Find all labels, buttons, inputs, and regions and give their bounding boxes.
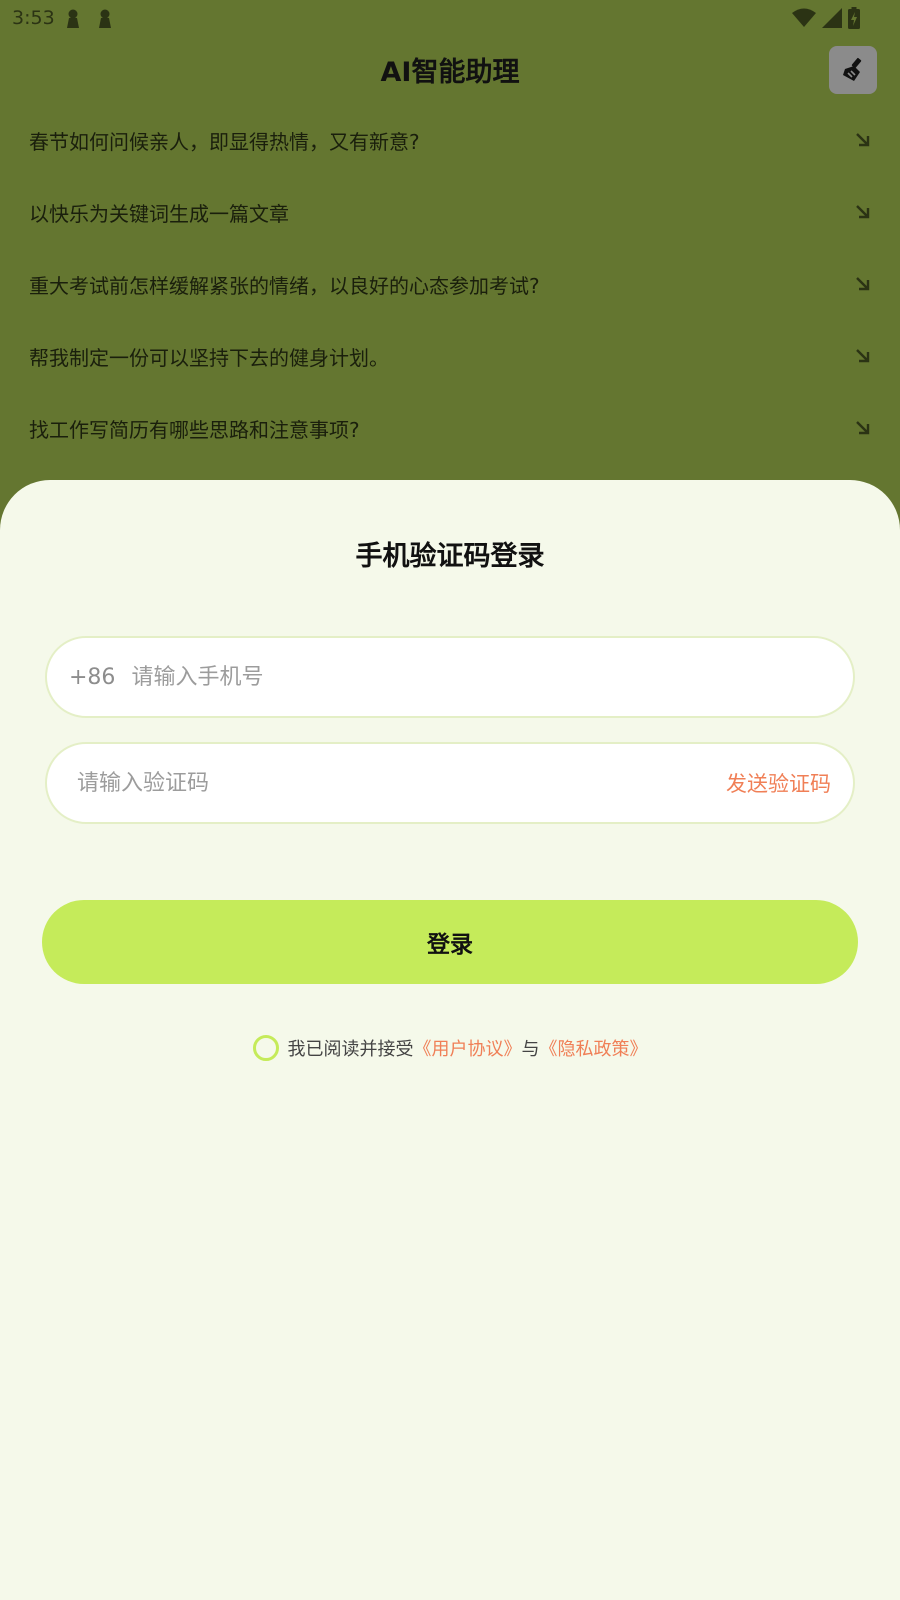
code-field: 发送验证码	[45, 742, 855, 824]
suggestion-item[interactable]: 以快乐为关键词生成一篇文章	[0, 176, 900, 248]
privacy-policy-link[interactable]: 《隐私政策》	[540, 1035, 648, 1061]
country-code[interactable]: +86	[69, 665, 115, 690]
broom-icon	[843, 57, 862, 81]
arrow-down-right-icon	[856, 421, 870, 435]
suggestion-text: 帮我制定一份可以坚持下去的健身计划。	[29, 345, 389, 370]
arrow-down-right-icon	[856, 133, 870, 147]
signal-icon	[822, 8, 842, 28]
phone-input[interactable]	[131, 664, 853, 690]
page-title: AI智能助理	[380, 57, 520, 88]
user-agreement-link[interactable]: 《用户协议》	[414, 1035, 522, 1061]
clear-chat-button[interactable]	[829, 46, 877, 94]
login-button[interactable]: 登录	[42, 900, 858, 984]
login-title: 手机验证码登录	[355, 541, 545, 572]
notification-icon	[67, 9, 79, 28]
suggestion-item[interactable]: 帮我制定一份可以坚持下去的健身计划。	[0, 320, 900, 392]
battery-icon	[848, 7, 860, 29]
notification-icon	[99, 9, 111, 28]
arrow-down-right-icon	[856, 349, 870, 363]
suggestion-list: 春节如何问候亲人，即显得热情，又有新意? 以快乐为关键词生成一篇文章 重大考试前…	[0, 104, 900, 464]
suggestion-text: 找工作写简历有哪些思路和注意事项?	[29, 417, 360, 442]
arrow-down-right-icon	[856, 205, 870, 219]
agreement-and-text: 与	[521, 1039, 540, 1060]
suggestion-item[interactable]: 找工作写简历有哪些思路和注意事项?	[0, 392, 900, 464]
suggestion-text: 春节如何问候亲人，即显得热情，又有新意?	[29, 129, 420, 154]
agreement-text: 我已阅读并接受	[287, 1039, 414, 1060]
suggestion-text: 重大考试前怎样缓解紧张的情绪，以良好的心态参加考试?	[29, 273, 540, 298]
send-code-button[interactable]: 发送验证码	[726, 768, 831, 798]
phone-field: +86	[45, 636, 855, 718]
login-sheet: 手机验证码登录 +86 发送验证码 登录 我已阅读并接受 《用户协议》 与 《隐…	[0, 480, 900, 1600]
wifi-icon	[792, 8, 816, 27]
agreement-row: 我已阅读并接受 《用户协议》 与 《隐私政策》	[0, 1035, 900, 1061]
arrow-down-right-icon	[856, 277, 870, 291]
suggestion-item[interactable]: 春节如何问候亲人，即显得热情，又有新意?	[0, 104, 900, 176]
suggestion-text: 以快乐为关键词生成一篇文章	[29, 201, 289, 226]
status-bar: 3:53	[0, 0, 900, 36]
status-icons	[792, 7, 860, 29]
verification-code-input[interactable]	[77, 770, 726, 796]
status-time: 3:53	[12, 7, 55, 29]
agreement-checkbox[interactable]	[252, 1035, 279, 1061]
suggestion-item[interactable]: 重大考试前怎样缓解紧张的情绪，以良好的心态参加考试?	[0, 248, 900, 320]
